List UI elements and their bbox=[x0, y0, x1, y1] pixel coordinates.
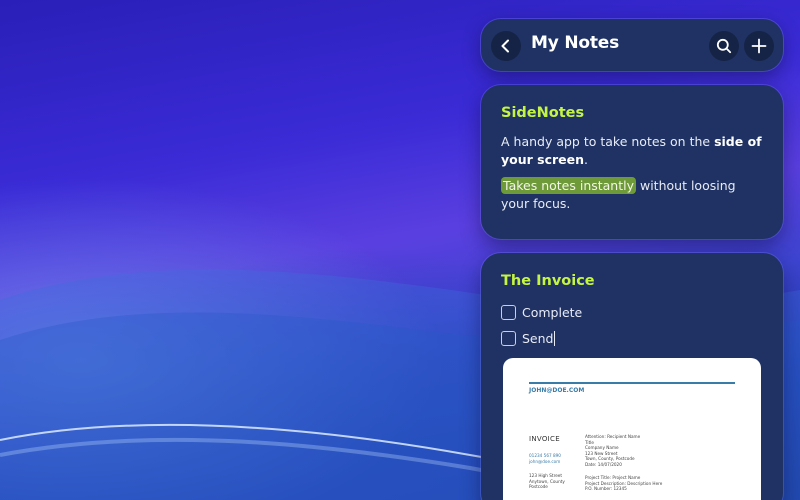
invoice-contact: 01234 567 890 john@doe.com bbox=[529, 453, 561, 464]
invoice-line: 123 High Street bbox=[529, 473, 563, 478]
chevron-left-icon bbox=[501, 39, 509, 53]
notes-header: My Notes bbox=[481, 19, 783, 71]
back-button[interactable] bbox=[491, 31, 521, 61]
invoice-project: Project Title: Project Name Project Desc… bbox=[585, 475, 662, 492]
search-button[interactable] bbox=[709, 31, 739, 61]
desktop-wallpaper: My Notes SideNotes A handy app to take n… bbox=[0, 0, 800, 500]
task-label: Send bbox=[522, 330, 554, 346]
invoice-recipient: Attention: Recipient Name Title Company … bbox=[585, 434, 640, 468]
task-label: Complete bbox=[522, 304, 583, 320]
note-paragraph[interactable]: Takes notes instantly without loosing yo… bbox=[501, 177, 767, 213]
plus-icon bbox=[751, 38, 767, 54]
invoice-address: 123 High Street Anytown, County Postcode bbox=[529, 473, 565, 490]
invoice-attachment[interactable]: JOHN@DOE.COM INVOICE 01234 567 890 john@… bbox=[503, 358, 761, 500]
highlighted-text: Takes notes instantly bbox=[501, 177, 637, 194]
task-checkbox[interactable] bbox=[501, 304, 516, 320]
invoice-line: P.O. Number: 12345 bbox=[585, 486, 627, 492]
text-cursor bbox=[554, 330, 556, 346]
invoice-line: 01234 567 890 bbox=[529, 453, 561, 458]
note-title: The Invoice bbox=[501, 273, 595, 289]
invoice-line: john@doe.com bbox=[529, 458, 561, 464]
note-text: . bbox=[584, 152, 589, 167]
task-item[interactable]: Send bbox=[501, 329, 556, 347]
note-card-sidenotes[interactable]: SideNotes A handy app to take notes on t… bbox=[481, 85, 783, 239]
invoice-line: Attention: Recipient Name bbox=[585, 434, 641, 439]
note-card-invoice[interactable]: The Invoice Complete Send JOHN@DOE.COM I… bbox=[481, 253, 783, 500]
invoice-heading: INVOICE bbox=[529, 435, 560, 443]
search-icon bbox=[716, 38, 732, 54]
note-title: SideNotes bbox=[501, 105, 585, 121]
add-note-button[interactable] bbox=[744, 31, 774, 61]
invoice-email: JOHN@DOE.COM bbox=[529, 387, 585, 394]
task-item[interactable]: Complete bbox=[501, 303, 582, 321]
note-text: A handy app to take notes on the bbox=[501, 134, 715, 149]
task-checkbox[interactable] bbox=[501, 330, 516, 346]
page-title: My Notes bbox=[531, 33, 619, 53]
invoice-line: Date: 14/07/2020 bbox=[585, 461, 622, 467]
note-paragraph[interactable]: A handy app to take notes on the side of… bbox=[501, 133, 767, 169]
invoice-line: Postcode bbox=[529, 484, 548, 490]
invoice-rule bbox=[529, 382, 735, 384]
